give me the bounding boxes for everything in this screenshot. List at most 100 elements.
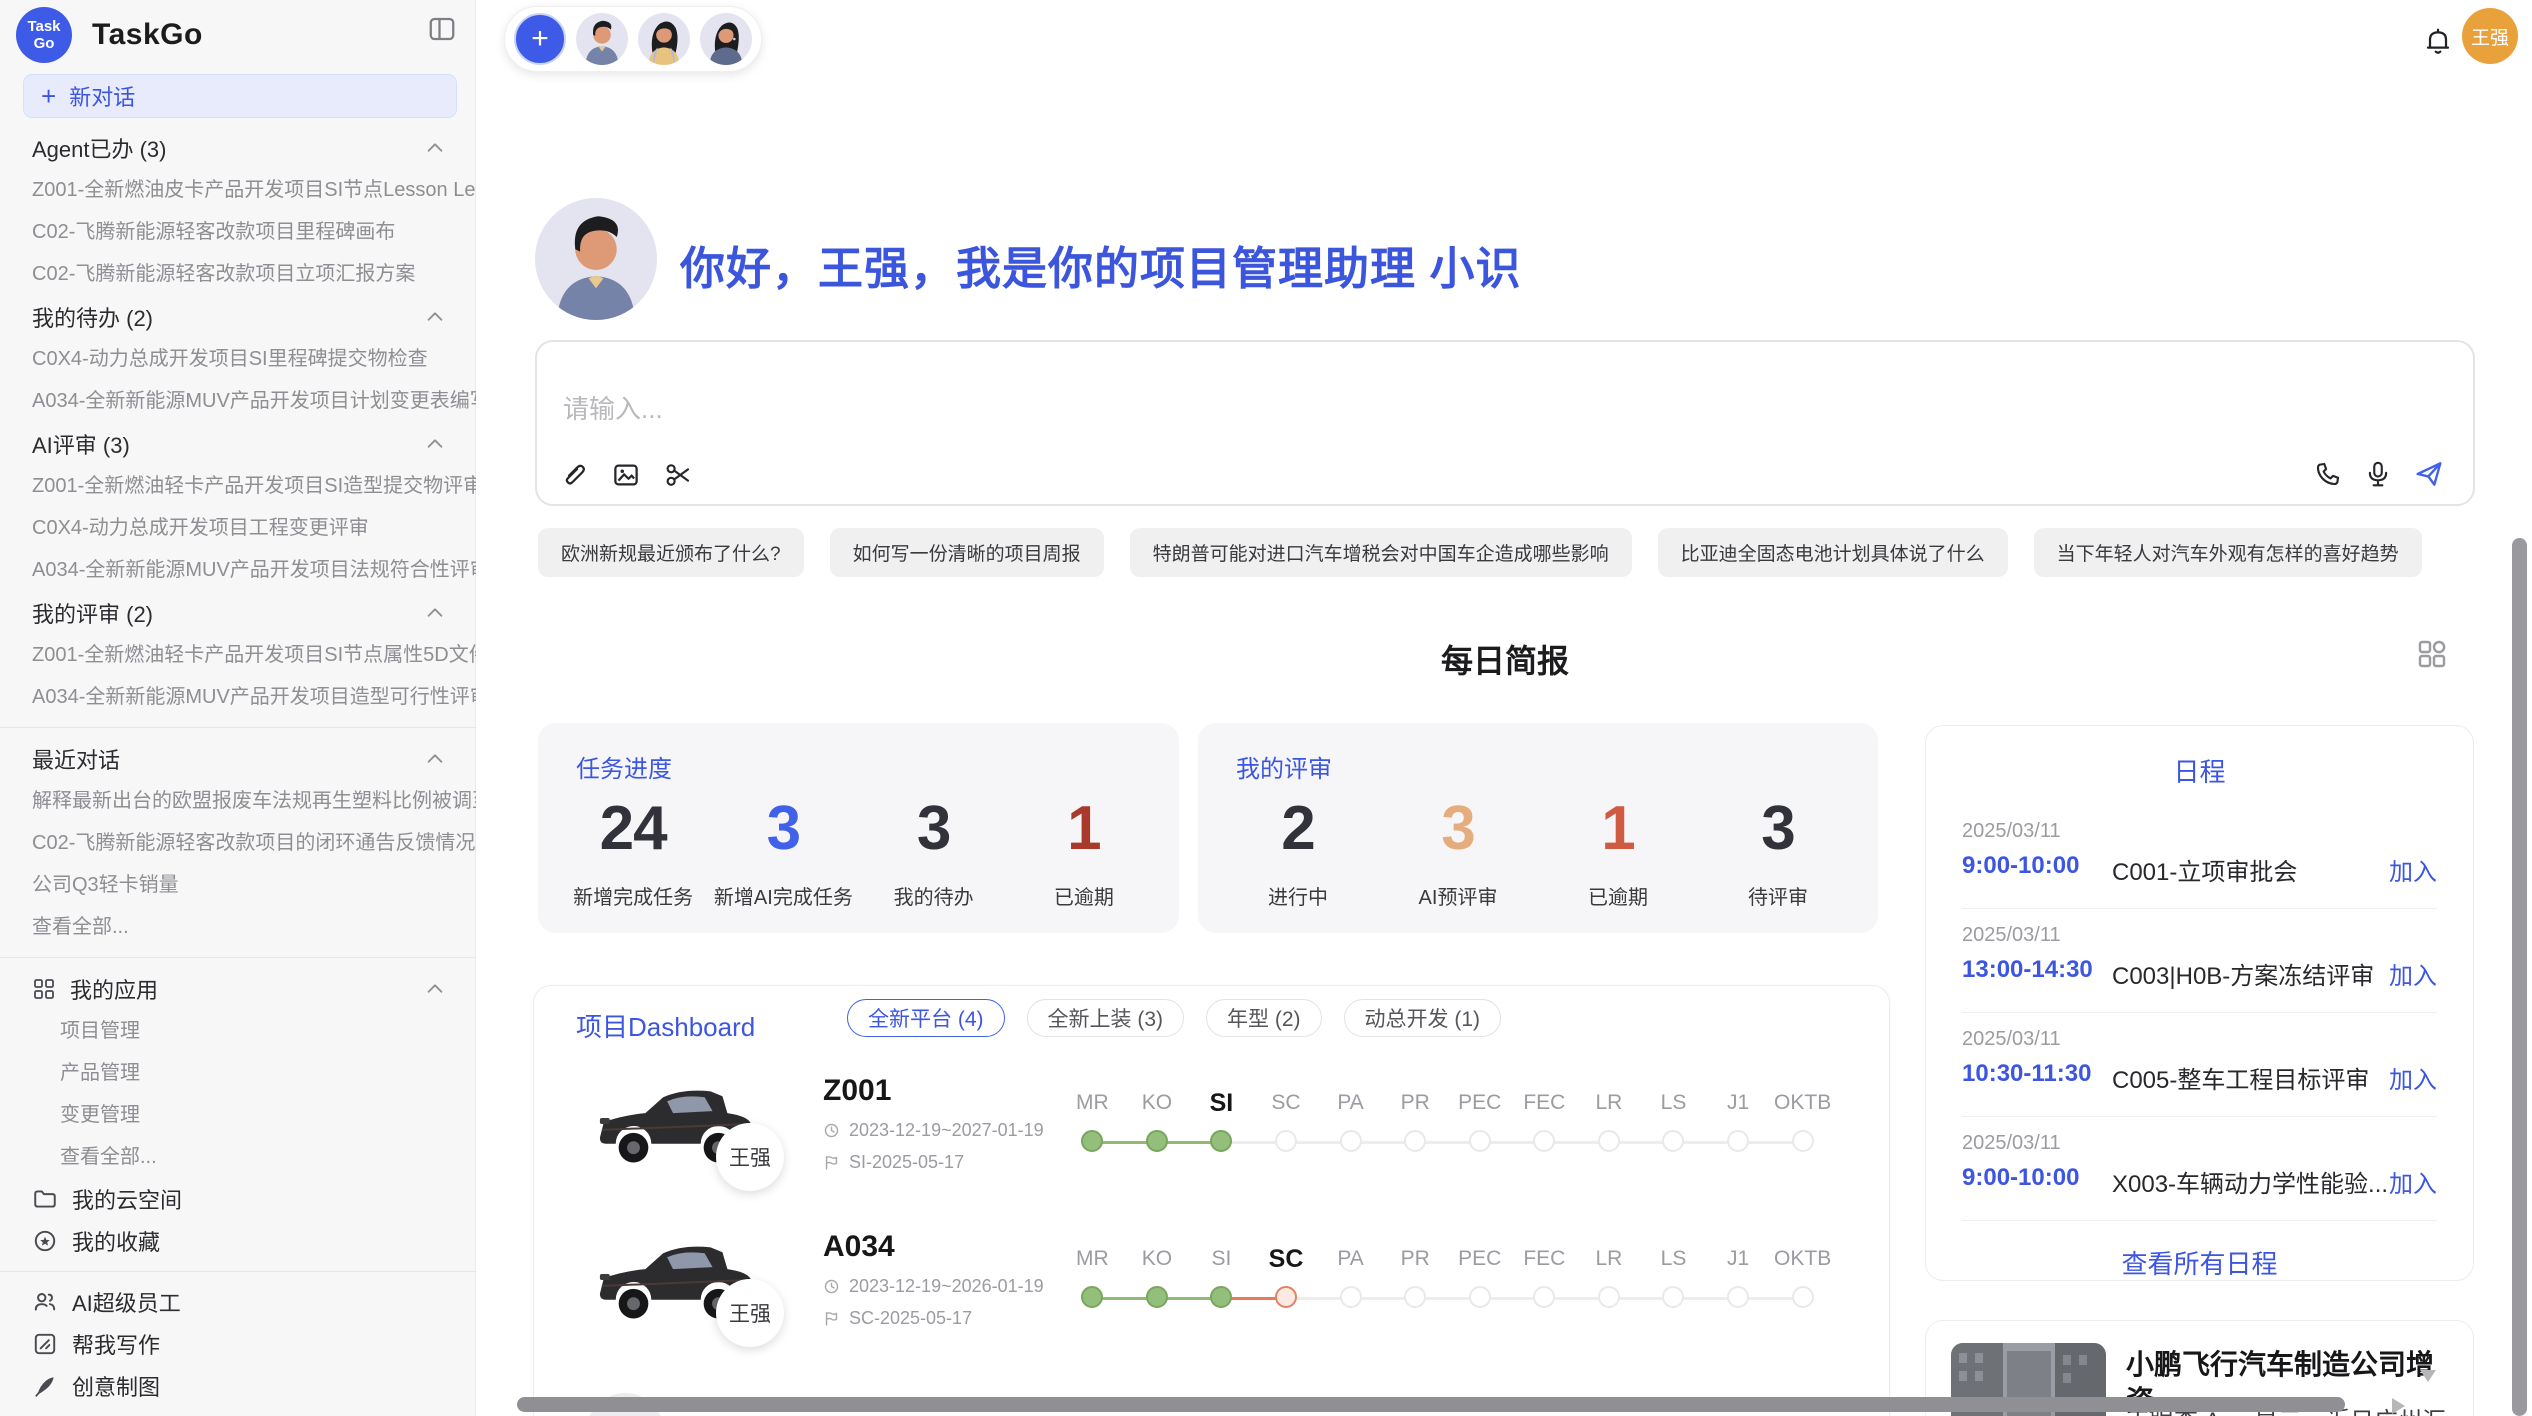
apps-view-all-link[interactable]: 查看全部...	[0, 1136, 476, 1178]
recent-chat-item[interactable]: C02-飞腾新能源轻客改款项目的闭环通告反馈情况	[0, 822, 476, 864]
sidebar-item[interactable]: A034-全新新能源MUV产品开发项目造型可行性评审	[0, 676, 476, 718]
chat-input[interactable]	[563, 394, 1963, 425]
join-link[interactable]: 加入	[2389, 852, 2437, 887]
recent-view-all-link[interactable]: 查看全部...	[0, 906, 476, 948]
section-header-recent-chats[interactable]: 最近对话	[0, 737, 476, 780]
chevron-up-icon[interactable]	[424, 978, 446, 1000]
section-header-agent-done[interactable]: Agent已办 (3)	[0, 126, 476, 169]
plus-icon: +	[41, 81, 56, 112]
app-item-project-mgmt[interactable]: 项目管理	[0, 1010, 476, 1052]
sidebar-item-creative-draw[interactable]: 创意制图	[0, 1365, 476, 1407]
microphone-icon[interactable]	[2363, 459, 2393, 489]
suggestion-chip[interactable]: 如何写一份清晰的项目周报	[830, 528, 1104, 577]
agent-avatar[interactable]	[700, 13, 752, 65]
agent-avatar[interactable]	[638, 13, 690, 65]
chevron-up-icon[interactable]	[424, 306, 446, 328]
milestone-dot	[1662, 1130, 1684, 1152]
stat: 1已逾期	[1009, 785, 1159, 910]
user-avatar[interactable]: 王强	[2462, 8, 2518, 64]
divider	[0, 727, 476, 728]
sidebar-item[interactable]: Z001-全新燃油皮卡产品开发项目SI节点Lesson Learn报告	[0, 169, 476, 211]
milestone-label: LR	[1577, 1086, 1642, 1120]
notification-bell-icon[interactable]	[2422, 25, 2454, 57]
stat-label: 我的待办	[859, 881, 1009, 910]
chevron-up-icon[interactable]	[424, 602, 446, 624]
divider	[1962, 1220, 2437, 1221]
filter-chip-active[interactable]: 全新平台 (4)	[847, 999, 1005, 1037]
project-row[interactable]: 王强 Z001 2023-12-19~2027-01-19 SI-2025-05…	[534, 1072, 1891, 1228]
event-name: C001-立项审批会	[2112, 852, 2297, 887]
view-all-schedule-link[interactable]: 查看所有日程	[1926, 1244, 2473, 1281]
join-link[interactable]: 加入	[2389, 956, 2437, 991]
image-upload-icon[interactable]	[611, 460, 641, 490]
vertical-scrollbar[interactable]	[2512, 538, 2527, 1416]
phone-call-icon[interactable]	[2313, 459, 2343, 489]
logo-text-bottom: Go	[34, 35, 55, 52]
people-icon	[32, 1289, 58, 1315]
chevron-up-icon[interactable]	[424, 137, 446, 159]
sidebar-item-help-write[interactable]: 帮我写作	[0, 1323, 476, 1365]
suggestion-chip[interactable]: 欧洲新规最近颁布了什么?	[538, 528, 804, 577]
recent-chat-item[interactable]: 解释最新出台的欧盟报废车法规再生塑料比例被调至15%...	[0, 780, 476, 822]
new-chat-button[interactable]: + 新对话	[23, 74, 457, 118]
section-header-my-apps[interactable]: 我的应用	[0, 967, 476, 1010]
sidebar-collapse-icon[interactable]	[427, 14, 457, 44]
section-header-my-todo[interactable]: 我的待办 (2)	[0, 295, 476, 338]
suggestion-chip[interactable]: 特朗普可能对进口汽车增税会对中国车企造成哪些影响	[1130, 528, 1632, 577]
app-item-change-mgmt[interactable]: 变更管理	[0, 1094, 476, 1136]
milestone-label: FEC	[1512, 1242, 1577, 1276]
join-link[interactable]: 加入	[2389, 1164, 2437, 1199]
recent-chat-item[interactable]: 公司Q3轻卡销量	[0, 864, 476, 906]
attachment-icon[interactable]	[559, 460, 589, 490]
section-header-ai-review[interactable]: AI评审 (3)	[0, 422, 476, 465]
join-link[interactable]: 加入	[2389, 1060, 2437, 1095]
chevron-up-icon[interactable]	[424, 748, 446, 770]
sidebar-item[interactable]: A034-全新新能源MUV产品开发项目法规符合性评审	[0, 549, 476, 591]
sidebar-item[interactable]: C0X4-动力总成开发项目工程变更评审	[0, 507, 476, 549]
sidebar-item[interactable]: C0X4-动力总成开发项目SI里程碑提交物检查	[0, 338, 476, 380]
section-title: AI评审 (3)	[32, 428, 424, 460]
stat: 1已逾期	[1538, 785, 1698, 910]
filter-chip[interactable]: 年型 (2)	[1206, 999, 1322, 1037]
dashboard-title: 项目Dashboard	[576, 1007, 755, 1044]
layout-grid-icon[interactable]	[2416, 638, 2448, 670]
sidebar-item-ai-employee[interactable]: AI超级员工	[0, 1281, 476, 1323]
agent-avatar[interactable]	[576, 13, 628, 65]
sidebar-item[interactable]: Z001-全新燃油轻卡产品开发项目SI节点属性5D文件评审	[0, 634, 476, 676]
sidebar-item-favorites[interactable]: 我的收藏	[0, 1220, 476, 1262]
milestone-dot	[1340, 1130, 1362, 1152]
sidebar-item[interactable]: Z001-全新燃油轻卡产品开发项目SI造型提交物评审	[0, 465, 476, 507]
project-row[interactable]: 王强 A034 2023-12-19~2026-01-19 SC-2025-05…	[534, 1228, 1891, 1384]
app-item-product-mgmt[interactable]: 产品管理	[0, 1052, 476, 1094]
filter-chip[interactable]: 动总开发 (1)	[1344, 999, 1502, 1037]
stat-value: 3	[708, 785, 858, 873]
screenshot-scissors-icon[interactable]	[663, 460, 693, 490]
milestone-dot	[1469, 1130, 1491, 1152]
milestone-label: FEC	[1512, 1086, 1577, 1120]
section-header-my-review[interactable]: 我的评审 (2)	[0, 591, 476, 634]
chevron-up-icon[interactable]	[424, 433, 446, 455]
suggestion-chip[interactable]: 比亚迪全固态电池计划具体说了什么	[1658, 528, 2008, 577]
sidebar-item[interactable]: C02-飞腾新能源轻客改款项目里程碑画布	[0, 211, 476, 253]
stat-value: 3	[1378, 785, 1538, 873]
milestone-label: SC	[1254, 1086, 1319, 1120]
horizontal-scrollbar[interactable]	[517, 1397, 2345, 1412]
sidebar-item[interactable]: C02-飞腾新能源轻客改款项目立项汇报方案	[0, 253, 476, 295]
suggestion-chip[interactable]: 当下年轻人对汽车外观有怎样的喜好趋势	[2034, 528, 2422, 577]
milestone-dots	[1060, 1286, 1835, 1312]
filter-chip[interactable]: 全新上装 (3)	[1027, 999, 1185, 1037]
project-code: A034	[823, 1230, 895, 1264]
scroll-down-arrow[interactable]	[2420, 1370, 2436, 1382]
milestone-label: J1	[1706, 1242, 1771, 1276]
favorites-label: 我的收藏	[72, 1225, 160, 1257]
milestone-dot-done	[1210, 1286, 1232, 1308]
sidebar-item[interactable]: A034-全新新能源MUV产品开发项目计划变更表编写	[0, 380, 476, 422]
scroll-right-arrow[interactable]	[2392, 1398, 2405, 1414]
schedule-event: 2025/03/11 10:30-11:30 C005-整车工程目标评审 加入	[1962, 1012, 2437, 1116]
event-name: C005-整车工程目标评审	[2112, 1060, 2369, 1095]
sidebar-item-cloud-space[interactable]: 我的云空间	[0, 1178, 476, 1220]
send-icon[interactable]	[2413, 458, 2445, 490]
add-agent-button[interactable]: +	[514, 13, 566, 65]
stats-row: 24新增完成任务 3新增AI完成任务 3我的待办 1已逾期	[558, 785, 1159, 910]
card-title: 任务进度	[576, 749, 672, 784]
